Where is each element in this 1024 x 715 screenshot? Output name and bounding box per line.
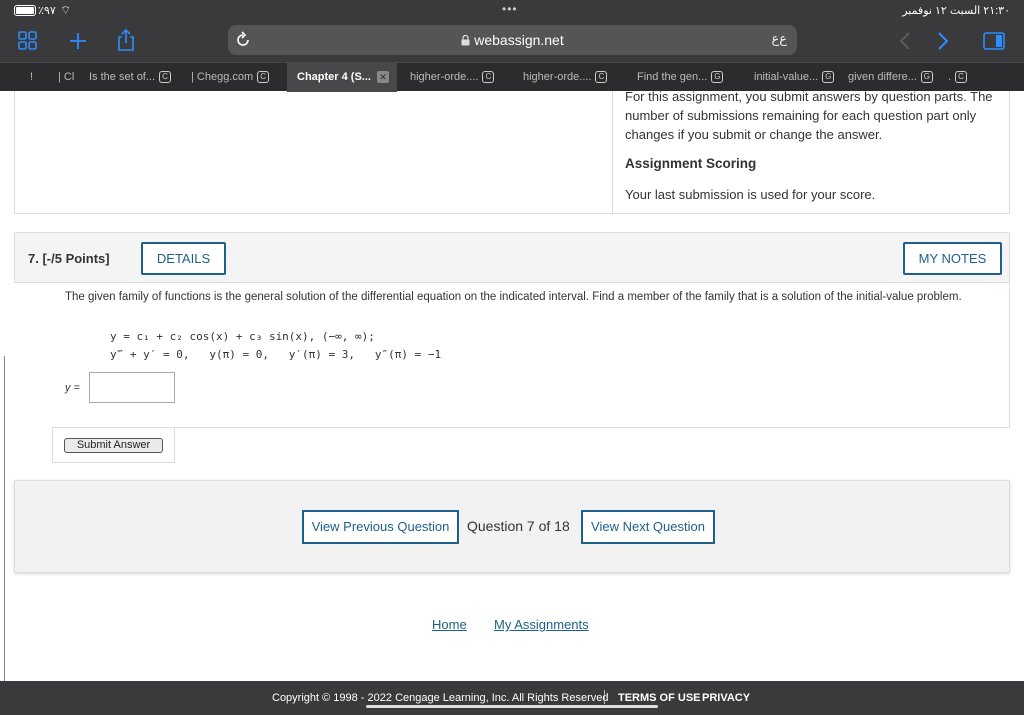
question-prompt: The given family of functions is the gen… <box>65 291 962 303</box>
extension-button[interactable]: ﻉﻉ <box>771 31 787 47</box>
url-text: webassign.net <box>474 32 564 48</box>
terms-link[interactable]: TERMS OF USE <box>618 692 701 704</box>
wifi-icon: ⌔ <box>60 3 72 17</box>
tab-active[interactable]: Chapter 4 (S... ✕ <box>287 63 397 92</box>
tab[interactable]: higher-orde.... C <box>410 63 506 92</box>
home-indicator[interactable] <box>366 705 658 708</box>
chegg-favicon-icon: C <box>595 71 608 84</box>
submit-answer-button[interactable]: Submit Answer <box>64 438 163 453</box>
my-assignments-link[interactable]: My Assignments <box>494 617 589 632</box>
google-favicon-icon: G <box>822 71 835 84</box>
question-navigation: View Previous Question Question 7 of 18 … <box>14 480 1010 573</box>
footer-divider <box>604 690 605 704</box>
scoring-heading: Assignment Scoring <box>625 156 757 171</box>
question-body: The given family of functions is the gen… <box>52 283 1010 428</box>
answer-input[interactable] <box>89 372 175 403</box>
status-bar: ٪٩٧ ⌔ ••• ٢١:٣٠ السبت ١٢ نوفمبر <box>0 0 1024 22</box>
chevron-left-icon[interactable] <box>898 31 912 51</box>
chegg-favicon-icon: C <box>257 71 270 84</box>
tab[interactable]: Is the set of... C <box>89 63 173 92</box>
answer-label: y = <box>65 382 80 394</box>
question-number: 7. [-/5 Points] <box>28 251 110 266</box>
privacy-link[interactable]: PRIVACY <box>702 692 750 704</box>
assignment-info-right: For this assignment, you submit answers … <box>612 89 1010 213</box>
status-clock: ٢١:٣٠ السبت ١٢ نوفمبر <box>902 5 1010 17</box>
previous-question-button[interactable]: View Previous Question <box>302 510 459 544</box>
browser-toolbar: webassign.net ﻉﻉ <box>0 22 1024 62</box>
close-tab-icon[interactable]: ✕ <box>376 71 389 84</box>
chegg-favicon-icon: C <box>482 71 495 84</box>
question-header: 7. [-/5 Points] DETAILS MY NOTES <box>14 232 1010 283</box>
scroll-divider <box>4 356 5 681</box>
chegg-favicon-icon: C <box>955 71 968 84</box>
tabs-overview-icon[interactable] <box>983 31 1005 51</box>
assignment-info-panel: For this assignment, you submit answers … <box>14 89 1010 214</box>
copyright-text: Copyright © 1998 - 2022 Cengage Learning… <box>272 692 609 704</box>
details-button[interactable]: DETAILS <box>141 242 226 275</box>
submission-info-text: For this assignment, you submit answers … <box>625 89 993 142</box>
multitasking-dots[interactable]: ••• <box>502 2 518 16</box>
chegg-favicon-icon: C <box>159 71 172 84</box>
my-notes-button[interactable]: MY NOTES <box>903 242 1002 275</box>
initial-value-problem: y‴ + y′ = 0, y(π) = 0, y′(π) = 3, y″(π) … <box>110 348 442 361</box>
plus-icon[interactable] <box>68 31 88 51</box>
home-link[interactable]: Home <box>432 617 467 632</box>
tab[interactable]: | Cl <box>58 63 78 92</box>
question-counter: Question 7 of 18 <box>467 518 570 534</box>
lock-icon <box>461 34 470 46</box>
share-icon[interactable] <box>116 28 136 52</box>
next-question-button[interactable]: View Next Question <box>581 510 715 544</box>
function-family: y = c₁ + c₂ cos(x) + c₃ sin(x), (−∞, ∞); <box>110 330 375 343</box>
submit-area: Submit Answer <box>52 428 175 463</box>
battery-icon <box>14 5 36 16</box>
address-bar[interactable]: webassign.net ﻉﻉ <box>228 25 797 55</box>
sidebar-icon[interactable] <box>18 31 38 51</box>
page-footer: Copyright © 1998 - 2022 Cengage Learning… <box>0 681 1024 715</box>
tab[interactable]: higher-orde.... C <box>523 63 619 92</box>
scoring-text: Your last submission is used for your sc… <box>625 187 876 202</box>
tab[interactable]: ! <box>30 63 46 92</box>
battery-percentage: ٪٩٧ <box>38 5 56 17</box>
google-favicon-icon: G <box>711 71 724 84</box>
google-favicon-icon: G <box>920 71 933 84</box>
chevron-right-icon[interactable] <box>936 31 950 51</box>
tab[interactable]: | Chegg.com C <box>191 63 279 92</box>
